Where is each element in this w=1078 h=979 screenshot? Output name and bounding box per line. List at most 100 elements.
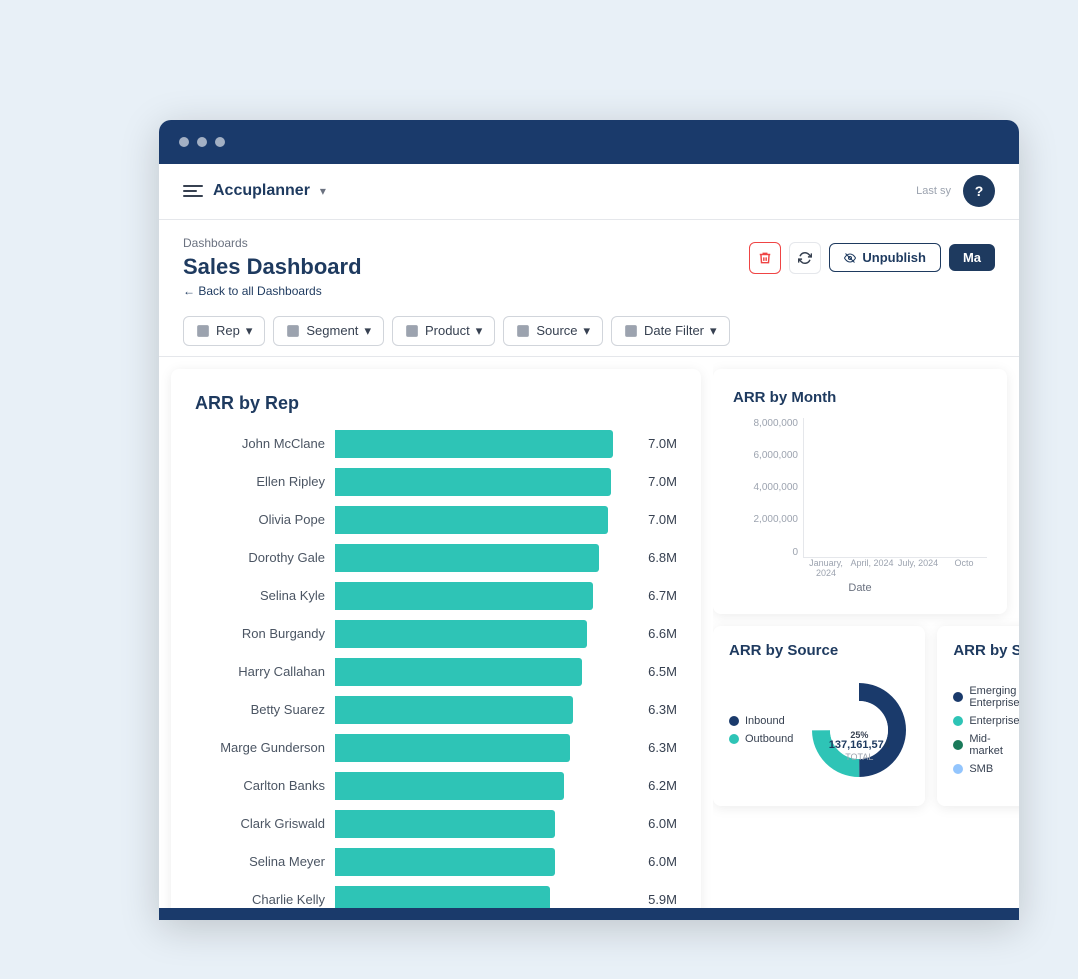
manage-button[interactable]: Ma xyxy=(949,244,995,271)
table-row: Betty Suarez 6.3M xyxy=(195,696,677,724)
filter-source[interactable]: Source ▾ xyxy=(503,316,603,346)
filter-product[interactable]: Product ▾ xyxy=(392,316,495,346)
arr-by-source-title: ARR by Source xyxy=(729,642,909,659)
y-axis-label: 2,000,000 xyxy=(754,514,799,525)
y-axis: 8,000,0006,000,0004,000,0002,000,0000 xyxy=(733,418,798,558)
filter-segment[interactable]: Segment ▾ xyxy=(273,316,384,346)
legend-label: SMB xyxy=(969,763,993,775)
filter-product-label: Product xyxy=(425,323,470,338)
bar-container xyxy=(335,468,625,496)
rep-name: Harry Callahan xyxy=(195,664,325,679)
rep-name: Ron Burgandy xyxy=(195,626,325,641)
x-axis-label: January, 2024 xyxy=(803,558,849,578)
list-item: Outbound xyxy=(729,733,793,745)
page-title: Sales Dashboard xyxy=(183,254,362,280)
bar-value: 6.7M xyxy=(635,588,677,603)
legend-dot xyxy=(953,716,963,726)
last-sync-text: Last sy xyxy=(916,185,951,197)
bar-container xyxy=(335,810,625,838)
x-axis-label: April, 2024 xyxy=(849,558,895,578)
rep-name: Charlie Kelly xyxy=(195,892,325,907)
legend-label: Emerging Enterprise xyxy=(969,685,1019,709)
bar-value: 7.0M xyxy=(635,474,677,489)
browser-content: Accuplanner ▾ Last sy ? Dashboards Sales… xyxy=(159,164,1019,920)
rep-name: Dorothy Gale xyxy=(195,550,325,565)
table-row: Selina Kyle 6.7M xyxy=(195,582,677,610)
page-title-area: Dashboards Sales Dashboard xyxy=(183,236,362,280)
rep-name: Selina Meyer xyxy=(195,854,325,869)
app-dropdown-arrow[interactable]: ▾ xyxy=(320,184,326,198)
filter-rep-label: Rep xyxy=(216,323,240,338)
rep-name: Carlton Banks xyxy=(195,778,325,793)
donut-total-label: TOTAL xyxy=(829,752,890,762)
rep-name: John McClane xyxy=(195,436,325,451)
back-link[interactable]: ← Back to all Dashboards xyxy=(183,284,995,298)
bar-container xyxy=(335,734,625,762)
filter-date[interactable]: Date Filter ▾ xyxy=(611,316,730,346)
bar-value: 7.0M xyxy=(635,512,677,527)
bar-container xyxy=(335,848,625,876)
filter-source-label: Source xyxy=(536,323,577,338)
app-header: Accuplanner ▾ Last sy ? xyxy=(159,164,1019,220)
arr-by-segment-card: ARR by Segment Emerging Enterprise Enterp… xyxy=(937,626,1019,806)
table-row: Dorothy Gale 6.8M xyxy=(195,544,677,572)
browser-titlebar xyxy=(159,120,1019,164)
y-axis-label: 6,000,000 xyxy=(754,450,799,461)
arr-by-rep-panel: ARR by Rep John McClane 7.0M Ellen Riple… xyxy=(171,369,701,920)
unpublish-label: Unpublish xyxy=(862,250,926,265)
arr-by-segment-title: ARR by Segment xyxy=(953,642,1019,659)
legend-label: Outbound xyxy=(745,733,793,745)
list-item: Emerging Enterprise xyxy=(953,685,1019,709)
legend-dot xyxy=(729,716,739,726)
table-row: Harry Callahan 6.5M xyxy=(195,658,677,686)
x-axis-label: July, 2024 xyxy=(895,558,941,578)
bar-value: 6.2M xyxy=(635,778,677,793)
bar-container xyxy=(335,620,625,648)
filter-rep[interactable]: Rep ▾ xyxy=(183,316,265,346)
filter-rep-arrow: ▾ xyxy=(246,323,253,339)
filter-segment-arrow: ▾ xyxy=(364,323,371,339)
right-panel: ARR by Month 8,000,0006,000,0004,000,000… xyxy=(713,357,1019,920)
bar-value: 6.8M xyxy=(635,550,677,565)
filter-source-arrow: ▾ xyxy=(584,323,591,339)
rep-name: Ellen Ripley xyxy=(195,474,325,489)
bar-value: 7.0M xyxy=(635,436,677,451)
bar-container xyxy=(335,506,625,534)
legend-dot xyxy=(953,740,963,750)
arr-by-rep-title: ARR by Rep xyxy=(195,393,677,414)
bar-container xyxy=(335,696,625,724)
rep-name: Marge Gunderson xyxy=(195,740,325,755)
delete-button[interactable] xyxy=(749,242,781,274)
filter-segment-label: Segment xyxy=(306,323,358,338)
browser-dot-3 xyxy=(215,137,225,147)
refresh-button[interactable] xyxy=(789,242,821,274)
bar-value: 6.3M xyxy=(635,740,677,755)
bar-value: 6.5M xyxy=(635,664,677,679)
filter-date-arrow: ▾ xyxy=(710,323,717,339)
hamburger-menu[interactable] xyxy=(183,185,203,197)
bar-fill xyxy=(335,848,555,876)
bar-fill xyxy=(335,810,555,838)
bar-container xyxy=(335,430,625,458)
bar-container xyxy=(335,772,625,800)
filter-product-arrow: ▾ xyxy=(476,323,483,339)
bar-container xyxy=(335,582,625,610)
header-right: Last sy ? xyxy=(916,175,995,207)
arr-by-source-card: ARR by Source Inbound Outbound xyxy=(713,626,925,806)
table-row: Selina Meyer 6.0M xyxy=(195,848,677,876)
browser-dot-2 xyxy=(197,137,207,147)
legend-label: Enterprise xyxy=(969,715,1019,727)
bar-fill xyxy=(335,658,582,686)
legend-dot xyxy=(953,764,963,774)
legend-label: Inbound xyxy=(745,715,785,727)
unpublish-button[interactable]: Unpublish xyxy=(829,243,941,272)
arr-by-rep-chart: John McClane 7.0M Ellen Ripley 7.0M Oliv… xyxy=(195,430,677,920)
table-row: Ellen Ripley 7.0M xyxy=(195,468,677,496)
donut-total: 137,161,574 xyxy=(829,739,890,752)
help-button[interactable]: ? xyxy=(963,175,995,207)
arr-by-month-card: ARR by Month 8,000,0006,000,0004,000,000… xyxy=(713,369,1007,614)
browser-dot-1 xyxy=(179,137,189,147)
chart-bars xyxy=(803,418,987,558)
dashboard-area: ARR by Rep John McClane 7.0M Ellen Riple… xyxy=(159,357,1019,920)
bar-value: 6.0M xyxy=(635,854,677,869)
